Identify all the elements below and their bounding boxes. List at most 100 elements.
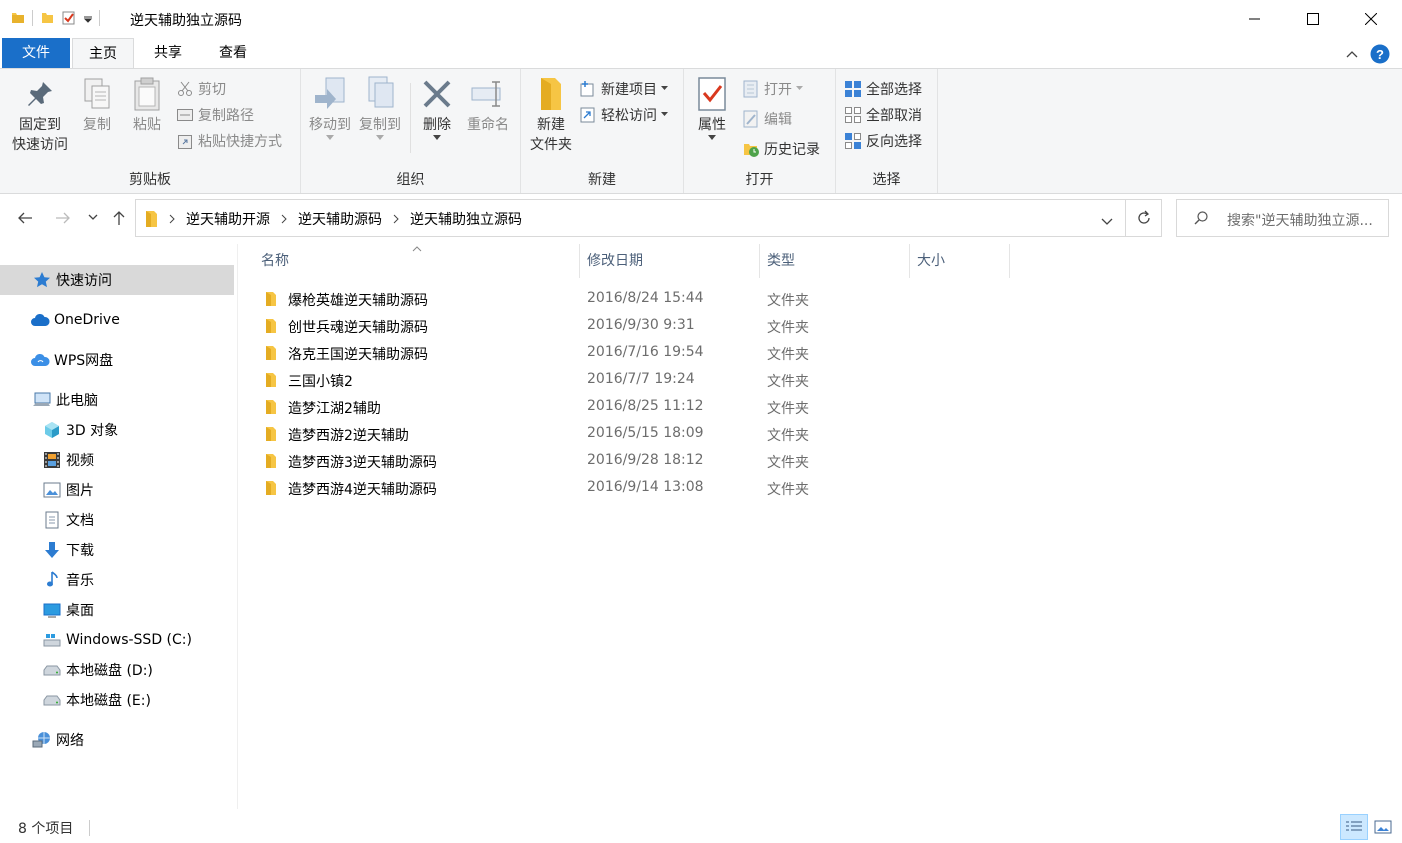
- file-name: 创世兵魂逆天辅助源码: [288, 320, 428, 336]
- search-input[interactable]: 搜索"逆天辅助独立源...: [1227, 210, 1385, 230]
- back-button[interactable]: [14, 207, 36, 229]
- move-to-button[interactable]: 移动到: [305, 75, 355, 141]
- new-folder-icon[interactable]: [39, 10, 55, 26]
- select-none-label: 全部取消: [866, 108, 922, 124]
- forward-button[interactable]: [52, 207, 74, 229]
- chevron-right-icon[interactable]: [392, 214, 400, 224]
- cut-button[interactable]: 剪切: [176, 79, 226, 99]
- refresh-button[interactable]: [1126, 199, 1162, 237]
- select-all-button[interactable]: 全部选择: [844, 79, 922, 99]
- column-header-size[interactable]: 大小: [910, 244, 1010, 278]
- address-bar[interactable]: 逆天辅助开源 逆天辅助源码 逆天辅助独立源码: [135, 199, 1126, 237]
- easy-access-button[interactable]: 轻松访问: [579, 105, 669, 125]
- minimize-icon: [1249, 18, 1260, 20]
- close-button[interactable]: [1342, 0, 1400, 38]
- copy-path-button[interactable]: 复制路径: [176, 105, 254, 125]
- properties-check-icon: [698, 77, 726, 111]
- file-date: 2016/8/25 11:12: [587, 398, 704, 414]
- paste-shortcut-button[interactable]: 粘贴快捷方式: [176, 131, 282, 151]
- nav-documents[interactable]: 文档: [0, 505, 234, 535]
- table-row[interactable]: 爆枪英雄逆天辅助源码 2016/8/24 15:44 文件夹: [260, 286, 1020, 313]
- tab-file[interactable]: 文件: [2, 38, 70, 68]
- chevron-right-icon[interactable]: [280, 214, 288, 224]
- nav-wps-cloud[interactable]: WPS网盘: [0, 345, 234, 375]
- nav-drive-e[interactable]: 本地磁盘 (E:): [0, 685, 234, 715]
- large-icons-view-button[interactable]: [1369, 814, 1397, 840]
- properties-check-icon[interactable]: [61, 10, 77, 26]
- details-view-button[interactable]: [1340, 814, 1368, 840]
- chevron-right-icon[interactable]: [168, 214, 176, 224]
- history-icon: [744, 144, 759, 157]
- open-button[interactable]: 打开: [742, 79, 804, 99]
- chevron-down-icon: [796, 86, 803, 90]
- paste-icon: [134, 77, 160, 111]
- rename-button[interactable]: 重命名: [463, 75, 513, 135]
- status-bar: 8 个项目: [0, 809, 1402, 843]
- column-header-type[interactable]: 类型: [760, 244, 910, 278]
- nav-downloads[interactable]: 下载: [0, 535, 234, 565]
- title-bar: 逆天辅助独立源码: [0, 0, 1402, 38]
- table-row[interactable]: 造梦西游2逆天辅助 2016/5/15 18:09 文件夹: [260, 421, 1020, 448]
- history-button[interactable]: 历史记录: [742, 139, 820, 159]
- file-type: 文件夹: [767, 428, 809, 444]
- new-item-button[interactable]: 新建项目: [579, 79, 669, 99]
- minimize-button[interactable]: [1226, 0, 1284, 38]
- chevron-down-icon: [1101, 218, 1113, 225]
- nav-videos[interactable]: 视频: [0, 445, 234, 475]
- invert-selection-button[interactable]: 反向选择: [844, 131, 922, 151]
- table-row[interactable]: 洛克王国逆天辅助源码 2016/7/16 19:54 文件夹: [260, 340, 1020, 367]
- address-dropdown-button[interactable]: [1101, 214, 1113, 230]
- nav-3d-objects[interactable]: 3D 对象: [0, 415, 234, 445]
- edit-icon: [743, 110, 758, 128]
- nav-label: 音乐: [66, 573, 94, 589]
- breadcrumb-item[interactable]: 逆天辅助开源: [186, 209, 270, 229]
- nav-desktop[interactable]: 桌面: [0, 595, 234, 625]
- paste-button[interactable]: 粘贴: [126, 75, 168, 135]
- breadcrumb-item[interactable]: 逆天辅助源码: [298, 209, 382, 229]
- select-none-button[interactable]: 全部取消: [844, 105, 922, 125]
- file-type: 文件夹: [767, 455, 809, 471]
- table-row[interactable]: 造梦西游3逆天辅助源码 2016/9/28 18:12 文件夹: [260, 448, 1020, 475]
- copy-button[interactable]: 复制: [76, 75, 118, 135]
- tab-share[interactable]: 共享: [138, 38, 198, 68]
- table-row[interactable]: 造梦西游4逆天辅助源码 2016/9/14 13:08 文件夹: [260, 475, 1020, 502]
- recent-locations-button[interactable]: [82, 207, 104, 229]
- download-arrow-icon: [45, 542, 59, 558]
- copy-to-button[interactable]: 复制到: [355, 75, 405, 141]
- new-folder-button[interactable]: 新建 文件夹: [525, 75, 577, 155]
- divider: [410, 83, 411, 153]
- delete-label: 删除: [423, 117, 451, 133]
- details-view-icon: [1346, 821, 1362, 831]
- table-row[interactable]: 三国小镇2 2016/7/7 19:24 文件夹: [260, 367, 1020, 394]
- tab-view[interactable]: 查看: [202, 38, 264, 68]
- search-box[interactable]: 搜索"逆天辅助独立源...: [1176, 199, 1389, 237]
- music-note-icon: [47, 571, 58, 587]
- nav-onedrive[interactable]: OneDrive: [0, 305, 234, 335]
- new-item-label: 新建项目: [601, 82, 657, 98]
- column-header-name[interactable]: 名称: [254, 244, 580, 278]
- nav-quick-access[interactable]: 快速访问: [0, 265, 234, 295]
- delete-button[interactable]: 删除: [415, 75, 459, 141]
- properties-button[interactable]: 属性: [690, 75, 734, 141]
- nav-network[interactable]: 网络: [0, 725, 234, 755]
- table-row[interactable]: 造梦江湖2辅助 2016/8/25 11:12 文件夹: [260, 394, 1020, 421]
- column-header-date[interactable]: 修改日期: [580, 244, 760, 278]
- collapse-ribbon-icon[interactable]: [1346, 48, 1358, 60]
- breadcrumb-item[interactable]: 逆天辅助独立源码: [410, 209, 522, 229]
- nav-label: 快速访问: [56, 273, 112, 289]
- customize-toolbar-icon[interactable]: [83, 10, 93, 26]
- maximize-button[interactable]: [1284, 0, 1342, 38]
- nav-drive-d[interactable]: 本地磁盘 (D:): [0, 655, 234, 685]
- up-button[interactable]: [108, 207, 130, 229]
- wps-cloud-icon: [31, 353, 50, 366]
- pin-quick-access-button[interactable]: 固定到 快速访问: [8, 75, 72, 155]
- nav-music[interactable]: 音乐: [0, 565, 234, 595]
- nav-this-pc[interactable]: 此电脑: [0, 385, 234, 415]
- help-icon[interactable]: ?: [1370, 44, 1390, 64]
- table-row[interactable]: 创世兵魂逆天辅助源码 2016/9/30 9:31 文件夹: [260, 313, 1020, 340]
- cube-3d-icon: [45, 422, 59, 438]
- edit-button[interactable]: 编辑: [742, 109, 792, 129]
- nav-pictures[interactable]: 图片: [0, 475, 234, 505]
- nav-drive-c[interactable]: Windows-SSD (C:): [0, 625, 234, 655]
- tab-home[interactable]: 主页: [72, 38, 134, 69]
